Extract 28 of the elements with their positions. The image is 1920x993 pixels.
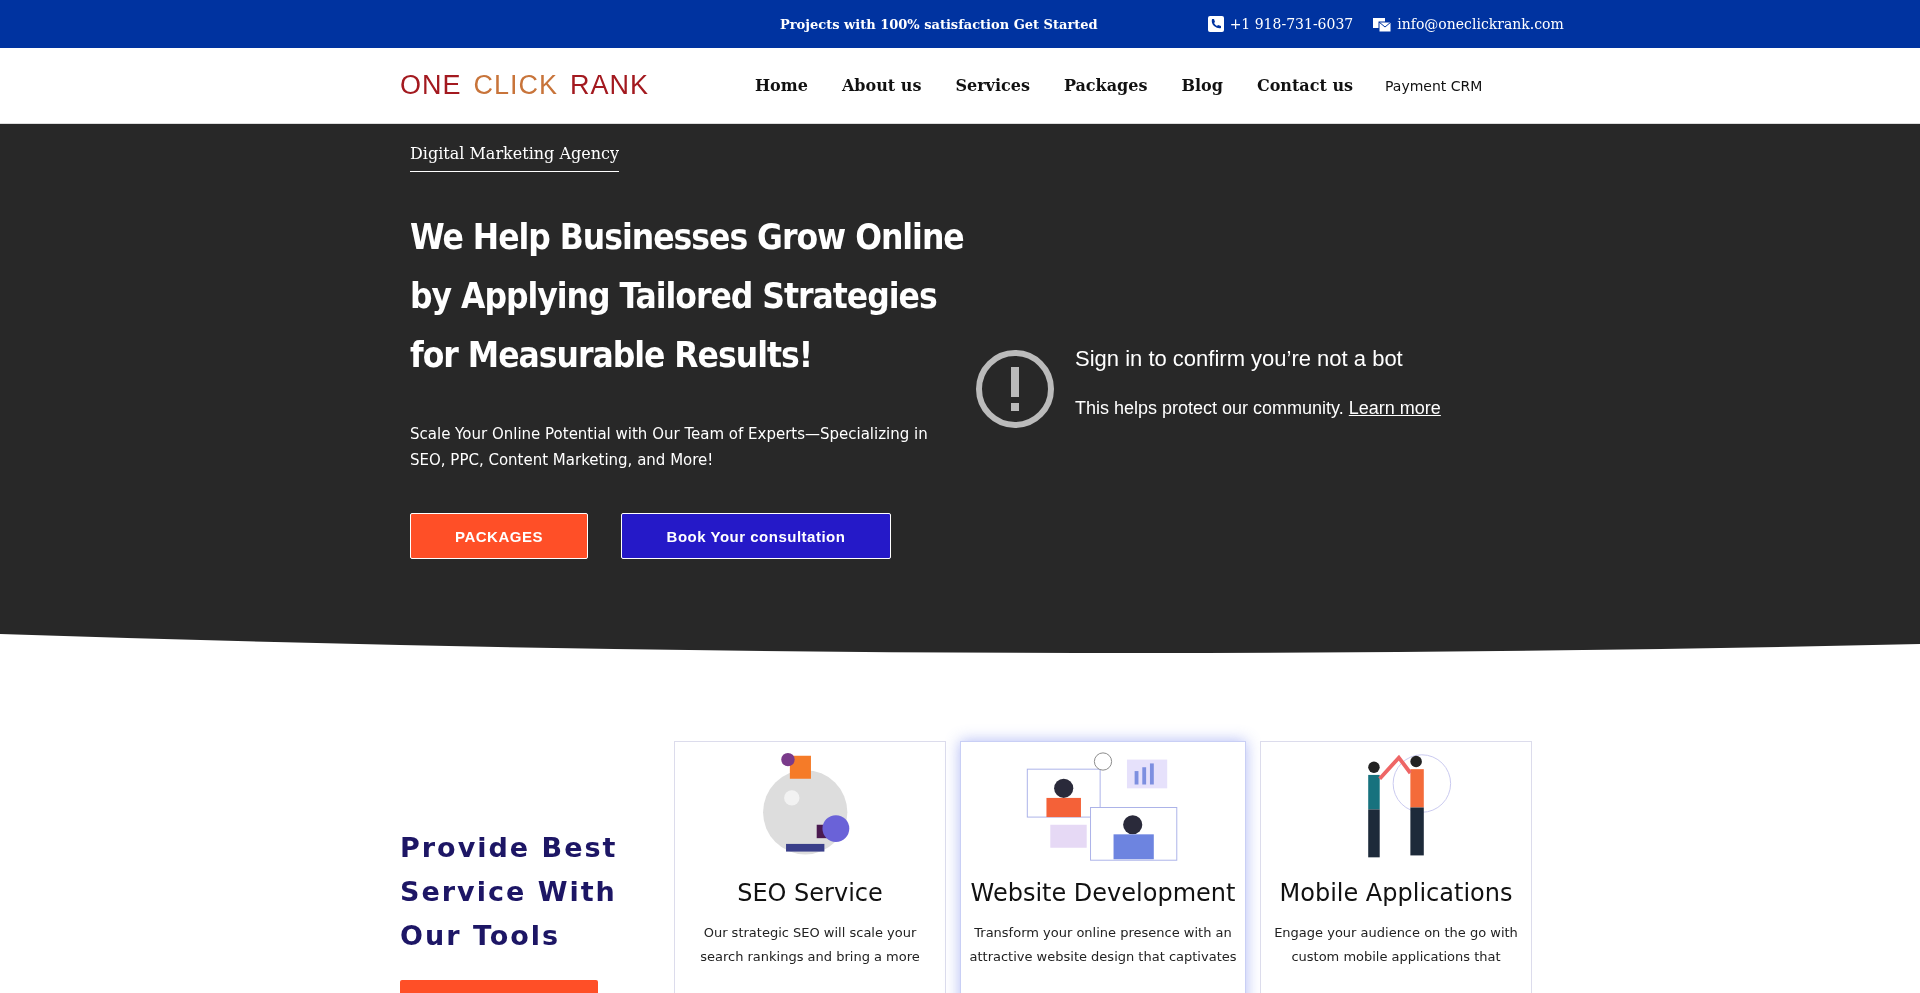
hero-headline: We Help Businesses Grow Online by Applying Tailored Strategies for Measurable Results! (410, 216, 964, 377)
consultation-button[interactable]: Book Your consultation (621, 513, 891, 559)
payment-link[interactable]: Payment CRM (1385, 77, 1483, 94)
email-link[interactable]: info@oneclickrank.com (1397, 16, 1564, 32)
notice-title: Sign in to confirm you’re not a bot (1075, 346, 1404, 372)
email-icon (1373, 16, 1392, 32)
nav-link[interactable]: Services (955, 76, 1030, 95)
notice-text: This helps protect our community. Learn more (1075, 398, 1441, 419)
promo-text: Projects with 100% satisfaction Get Started (780, 16, 1098, 32)
card-title: SEO Service (737, 879, 883, 907)
eyebrow-text: Digital Marketing Agency (410, 144, 619, 172)
card-text: Transform your online presence with an attractive website design that captivates (969, 924, 1237, 966)
card-text: Engage your audience on the go with custom mobile applications that (1274, 924, 1518, 966)
hero-subtitle: Scale Your Online Potential with Our Team of Experts—Specializing in SEO, PPC, Content Marketing, and More! (410, 424, 929, 471)
card-title: Mobile Applications (1279, 879, 1513, 907)
nav-link[interactable]: Packages (1063, 76, 1148, 95)
card-title: Website Development (970, 879, 1236, 907)
nav-link[interactable]: Home (755, 76, 808, 95)
learn-more-link[interactable]: Learn more (1348, 398, 1441, 418)
section-heading: Provide Best Service With Our Tools (400, 831, 619, 953)
nav-link[interactable]: Blog (1181, 76, 1223, 95)
card-text: Our strategic SEO will scale your search rankings and bring a more (700, 924, 920, 966)
nav-link[interactable]: Contact us (1256, 76, 1354, 95)
nav-link[interactable]: About us (841, 76, 922, 95)
phone-icon (1207, 16, 1224, 32)
logo[interactable]: ONE CLICK RANK (400, 70, 755, 101)
warning-icon (975, 349, 1055, 429)
phone-link[interactable]: +1 918-731-6037 (1229, 16, 1354, 32)
